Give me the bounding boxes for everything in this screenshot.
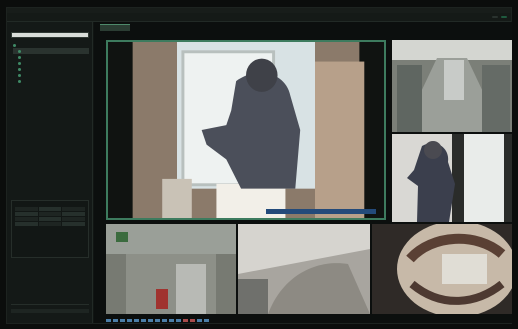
camera-dot-icon — [13, 43, 16, 47]
stop-icon[interactable] — [120, 318, 125, 322]
live-status-pill[interactable] — [501, 16, 507, 18]
bottom-input[interactable] — [11, 309, 89, 313]
camera-feed — [238, 224, 370, 314]
bottom-control — [11, 304, 89, 319]
table-cell — [62, 212, 85, 216]
camera-feed — [392, 134, 512, 222]
video-wall — [94, 22, 512, 323]
table-cell — [15, 222, 38, 226]
camera-feed — [106, 224, 236, 314]
grid-layout-icon[interactable] — [155, 318, 160, 322]
device-search-input[interactable] — [11, 32, 89, 38]
forward-icon[interactable] — [134, 318, 139, 322]
table-cell — [62, 222, 85, 226]
app-window — [6, 7, 512, 324]
export-icon[interactable] — [197, 318, 202, 322]
properties-table — [12, 205, 88, 228]
main-camera-feed — [108, 42, 384, 218]
menu-bar — [7, 13, 511, 22]
camera-tile[interactable] — [106, 224, 236, 314]
properties-panel — [11, 200, 89, 258]
camera-dot-icon — [18, 55, 21, 59]
search-icon[interactable] — [204, 318, 209, 322]
alarm-icon[interactable] — [183, 318, 188, 322]
table-cell — [62, 217, 85, 221]
tree-item[interactable] — [13, 78, 89, 84]
camera-tile[interactable] — [392, 40, 512, 132]
main-camera-tile[interactable] — [106, 40, 386, 220]
record-icon[interactable] — [148, 318, 153, 322]
camera-feed — [372, 224, 512, 314]
camera-dot-icon — [18, 67, 21, 71]
camera-tile[interactable] — [392, 134, 512, 222]
play-icon[interactable] — [106, 318, 111, 322]
event-alert-bar[interactable] — [266, 209, 376, 214]
settings-icon[interactable] — [176, 318, 181, 322]
table-cell — [38, 212, 62, 216]
status-pill[interactable] — [492, 16, 498, 18]
pause-icon[interactable] — [113, 318, 118, 322]
table-cell — [38, 217, 62, 221]
rewind-icon[interactable] — [127, 318, 132, 322]
table-cell — [62, 207, 85, 211]
alert-icon[interactable] — [190, 318, 195, 322]
camera-dot-icon — [18, 79, 21, 83]
volume-icon[interactable] — [169, 318, 174, 322]
camera-dot-icon — [18, 49, 21, 53]
camera-feed — [392, 40, 512, 132]
camera-dot-icon — [18, 73, 21, 77]
snapshot-icon[interactable] — [141, 318, 146, 322]
table-cell — [38, 207, 62, 211]
fullscreen-icon[interactable] — [162, 318, 167, 322]
camera-dot-icon — [18, 61, 21, 65]
camera-tile[interactable] — [238, 224, 370, 314]
device-tree — [13, 42, 89, 84]
playback-toolbar — [106, 318, 266, 322]
table-cell — [15, 217, 38, 221]
layout-tab[interactable] — [100, 24, 130, 31]
camera-tile[interactable] — [372, 224, 512, 314]
table-cell — [15, 207, 38, 211]
table-cell — [15, 212, 38, 216]
device-sidebar — [7, 22, 93, 323]
table-cell — [38, 222, 62, 226]
